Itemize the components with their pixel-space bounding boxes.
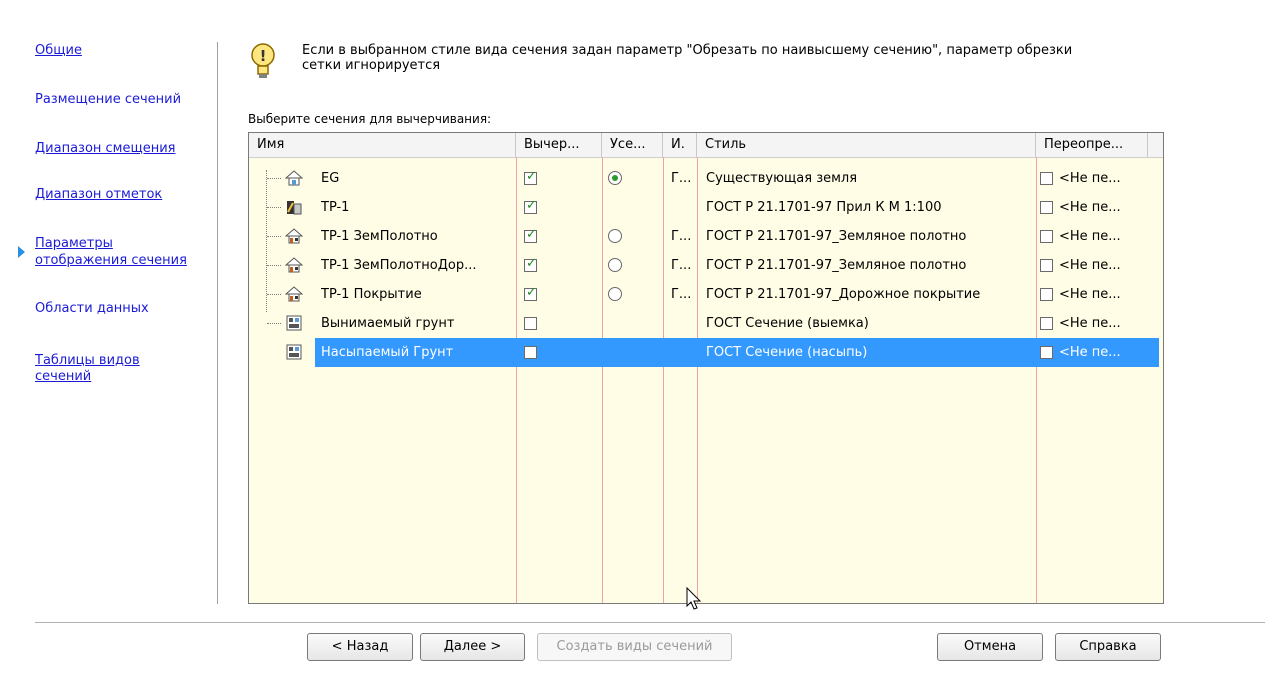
row-i: Г...: [671, 287, 692, 302]
row-override: <Не пе...: [1059, 258, 1121, 273]
clip-radio[interactable]: [608, 287, 622, 301]
table-row[interactable]: Вынимаемый грунт ГОСТ Сечение (выемка) <…: [249, 309, 1163, 338]
info-line-1: Если в выбранном стиле вида сечения зада…: [302, 43, 1073, 58]
override-checkbox[interactable]: [1040, 259, 1053, 272]
lightbulb-icon: !: [251, 43, 275, 78]
surface-icon: [285, 170, 303, 186]
row-override: <Не пе...: [1059, 287, 1121, 302]
row-i: Г...: [671, 171, 692, 186]
row-name: EG: [321, 171, 340, 186]
row-name: Насыпаемый Грунт: [321, 345, 454, 360]
material-icon: [286, 344, 302, 360]
clip-radio[interactable]: [608, 229, 622, 243]
table-row[interactable]: TP-1 ЗемПолотноДор... Г... ГОСТ Р 21.170…: [249, 251, 1163, 280]
nav-elevation-range[interactable]: Диапазон отметок: [35, 187, 162, 202]
row-name: TP-1 ЗемПолотно: [321, 229, 438, 244]
override-checkbox[interactable]: [1040, 230, 1053, 243]
row-style[interactable]: ГОСТ Сечение (насыпь): [706, 338, 867, 367]
surface-tp-icon: [285, 286, 303, 302]
tree-branch: [267, 207, 281, 209]
sections-grid[interactable]: Имя Вычер... Усе... И. Стиль Переопре...…: [248, 132, 1164, 604]
column-header-override[interactable]: Переопре...: [1036, 133, 1148, 157]
row-override: <Не пе...: [1059, 200, 1121, 215]
row-style[interactable]: ГОСТ Р 21.1701-97_Земляное полотно: [706, 222, 966, 251]
override-checkbox[interactable]: [1040, 346, 1053, 359]
row-style[interactable]: ГОСТ Р 21.1701-97_Дорожное покрытие: [706, 280, 980, 309]
current-step-arrow-icon: [18, 246, 25, 258]
nav-divider: [217, 42, 218, 604]
tree-branch: [267, 294, 281, 296]
clip-radio[interactable]: [608, 171, 622, 185]
back-button[interactable]: < Назад: [307, 633, 413, 661]
tree-branch: [267, 265, 281, 267]
tree-branch: [267, 236, 281, 238]
draw-checkbox[interactable]: [524, 169, 537, 185]
footer-divider: [35, 622, 1265, 623]
row-name: TP-1 ЗемПолотноДор...: [321, 258, 477, 273]
wizard-nav: Общие Размещение сечений Диапазон смещен…: [0, 0, 218, 610]
column-header-i[interactable]: И.: [663, 133, 697, 157]
row-override: <Не пе...: [1059, 316, 1121, 331]
row-style[interactable]: ГОСТ Р 21.1701-97 Прил К М 1:100: [706, 193, 942, 222]
row-name: Вынимаемый грунт: [321, 316, 455, 331]
grid-header: Имя Вычер... Усе... И. Стиль Переопре...: [249, 133, 1163, 158]
draw-checkbox[interactable]: [524, 346, 537, 359]
info-line-2: сетки игнорируется: [302, 58, 441, 73]
info-message: Если в выбранном стиле вида сечения зада…: [302, 43, 1162, 73]
draw-checkbox[interactable]: [524, 198, 537, 214]
column-header-style[interactable]: Стиль: [697, 133, 1036, 157]
nav-section-display-options-line1[interactable]: Параметры: [35, 236, 113, 251]
clip-radio[interactable]: [608, 258, 622, 272]
table-row[interactable]: TP-1 ЗемПолотно Г... ГОСТ Р 21.1701-97_З…: [249, 222, 1163, 251]
surface-tp-icon: [285, 257, 303, 273]
table-row[interactable]: TP-1 Покрытие Г... ГОСТ Р 21.1701-97_Дор…: [249, 280, 1163, 309]
override-checkbox[interactable]: [1040, 172, 1053, 185]
nav-section-view-tables-line1[interactable]: Таблицы видов: [35, 353, 140, 368]
column-header-draw[interactable]: Вычер...: [516, 133, 602, 157]
row-name: TP-1 Покрытие: [321, 287, 422, 302]
draw-checkbox[interactable]: [524, 227, 537, 243]
tree-branch: [267, 323, 281, 325]
row-style[interactable]: ГОСТ Р 21.1701-97_Земляное полотно: [706, 251, 966, 280]
row-override: <Не пе...: [1059, 171, 1121, 186]
row-i: Г...: [671, 229, 692, 244]
help-button[interactable]: Справка: [1055, 633, 1161, 661]
column-header-clip[interactable]: Усе...: [602, 133, 663, 157]
table-row[interactable]: TP-1 ГОСТ Р 21.1701-97 Прил К М 1:100 <Н…: [249, 193, 1163, 222]
cancel-button[interactable]: Отмена: [937, 633, 1043, 661]
row-override: <Не пе...: [1059, 229, 1121, 244]
surface-tp-icon: [285, 228, 303, 244]
override-checkbox[interactable]: [1040, 317, 1053, 330]
row-style[interactable]: ГОСТ Сечение (выемка): [706, 309, 869, 338]
row-name: TP-1: [321, 200, 350, 215]
row-i: Г...: [671, 258, 692, 273]
table-row-selected[interactable]: Насыпаемый Грунт ГОСТ Сечение (насыпь) <…: [249, 338, 1163, 367]
alignment-icon: [287, 201, 302, 215]
material-icon: [286, 315, 302, 331]
draw-checkbox[interactable]: [524, 285, 537, 301]
draw-checkbox[interactable]: [524, 317, 537, 330]
nav-section-view-tables-line2[interactable]: сечений: [35, 369, 91, 384]
create-section-views-button[interactable]: Создать виды сечений: [537, 633, 732, 661]
override-checkbox[interactable]: [1040, 288, 1053, 301]
tree-branch: [267, 178, 281, 180]
nav-general[interactable]: Общие: [35, 43, 82, 58]
row-style[interactable]: Существующая земля: [706, 164, 857, 193]
row-override: <Не пе...: [1059, 345, 1121, 360]
nav-data-bands[interactable]: Области данных: [35, 301, 149, 316]
table-row[interactable]: EG Г... Существующая земля <Не пе...: [249, 164, 1163, 193]
svg-text:!: !: [260, 47, 267, 65]
column-header-name[interactable]: Имя: [249, 133, 516, 157]
grid-label: Выберите сечения для вычерчивания:: [248, 112, 492, 126]
nav-section-placement[interactable]: Размещение сечений: [35, 92, 181, 107]
next-button[interactable]: Далее >: [420, 633, 525, 661]
nav-section-display-options-line2[interactable]: отображения сечения: [35, 253, 187, 268]
override-checkbox[interactable]: [1040, 201, 1053, 214]
mouse-cursor-icon: [686, 587, 702, 610]
nav-offset-range[interactable]: Диапазон смещения: [35, 141, 176, 156]
draw-checkbox[interactable]: [524, 256, 537, 272]
